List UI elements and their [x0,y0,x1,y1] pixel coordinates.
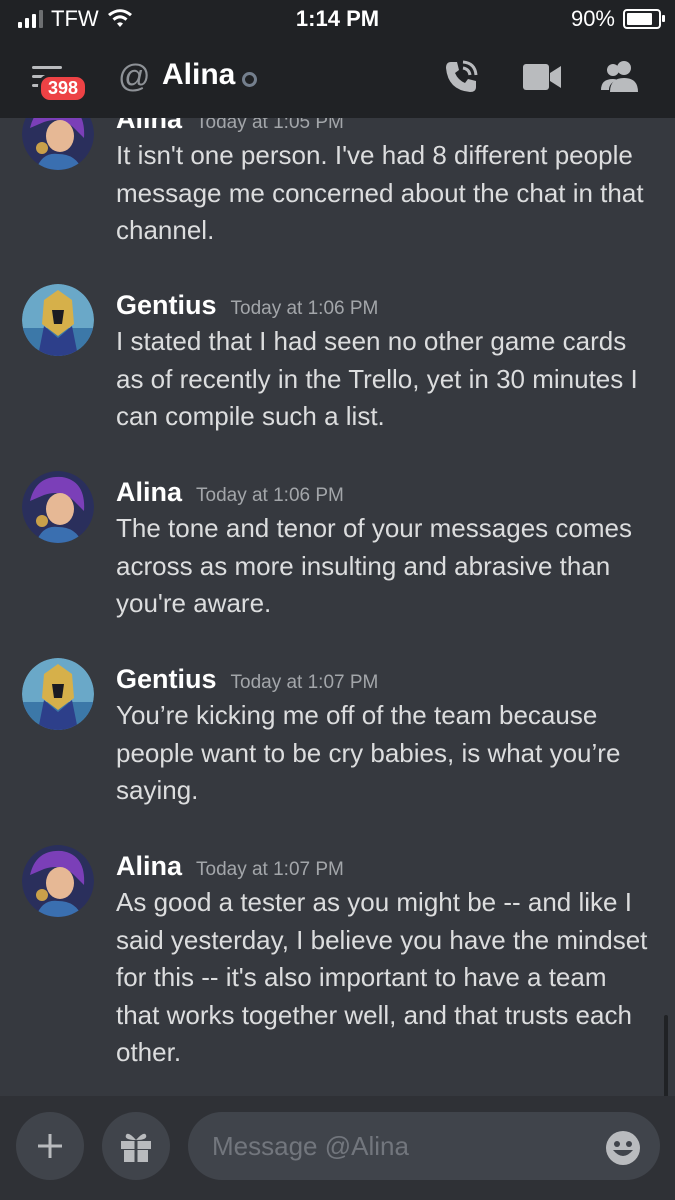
message-timestamp: Today at 1:06 PM [196,485,344,506]
members-icon[interactable] [600,58,640,94]
message-timestamp: Today at 1:07 PM [196,859,344,880]
message-text: The tone and tenor of your messages come… [116,513,632,618]
message-author[interactable]: Alina Today at 1:05 PM [116,118,344,135]
avatar-gentius[interactable] [22,284,94,356]
phone-call-icon[interactable] [442,58,480,96]
message-text: You’re kicking me off of the team becaus… [116,700,621,805]
author-name[interactable]: Alina [116,477,182,507]
avatar-alina[interactable] [22,471,94,543]
message-timestamp: Today at 1:06 PM [230,298,379,319]
avatar-alina[interactable] [22,118,94,170]
attach-button[interactable] [16,1112,84,1180]
status-bar-right: 90% [570,6,665,32]
author-name[interactable]: Alina [116,851,182,881]
message-author[interactable]: Gentius Today at 1:06 PM [116,290,378,321]
message-text: It isn't one person. I've had 8 differen… [116,140,644,245]
scrollbar[interactable] [664,1015,668,1096]
emoji-icon[interactable] [605,1130,641,1166]
author-name[interactable]: Alina [116,118,182,134]
message-input[interactable] [188,1112,660,1180]
message-author[interactable]: Alina Today at 1:07 PM [116,851,344,882]
message-timestamp: Today at 1:07 PM [230,672,379,693]
author-name[interactable]: Gentius [116,664,217,694]
battery-percent: 90% [570,6,615,31]
presence-icon [242,72,257,87]
status-bar: TFW 1:14 PM 90% [0,0,675,40]
gift-icon [121,1133,151,1162]
channel-name[interactable]: Alina [162,58,235,92]
plus-icon [38,1134,62,1158]
message-text: I stated that I had seen no other game c… [116,326,638,431]
composer-bar [0,1096,675,1200]
message-timestamp: Today at 1:05 PM [196,118,344,133]
unread-badge: 398 [38,74,89,103]
author-name[interactable]: Gentius [116,290,217,320]
at-icon: @ [118,58,151,94]
avatar-alina[interactable] [22,845,94,917]
gift-button[interactable] [102,1112,170,1180]
channel-header: 398 @ Alina [0,40,675,118]
battery-icon [623,9,665,29]
avatar-gentius[interactable] [22,658,94,730]
message-author[interactable]: Gentius Today at 1:07 PM [116,664,378,695]
message-author[interactable]: Alina Today at 1:06 PM [116,477,344,508]
video-camera-icon[interactable] [522,62,562,92]
message-list[interactable]: Alina Today at 1:05 PM It isn't one perso… [0,118,675,1096]
message-text: As good a tester as you might be -- and … [116,887,648,1067]
